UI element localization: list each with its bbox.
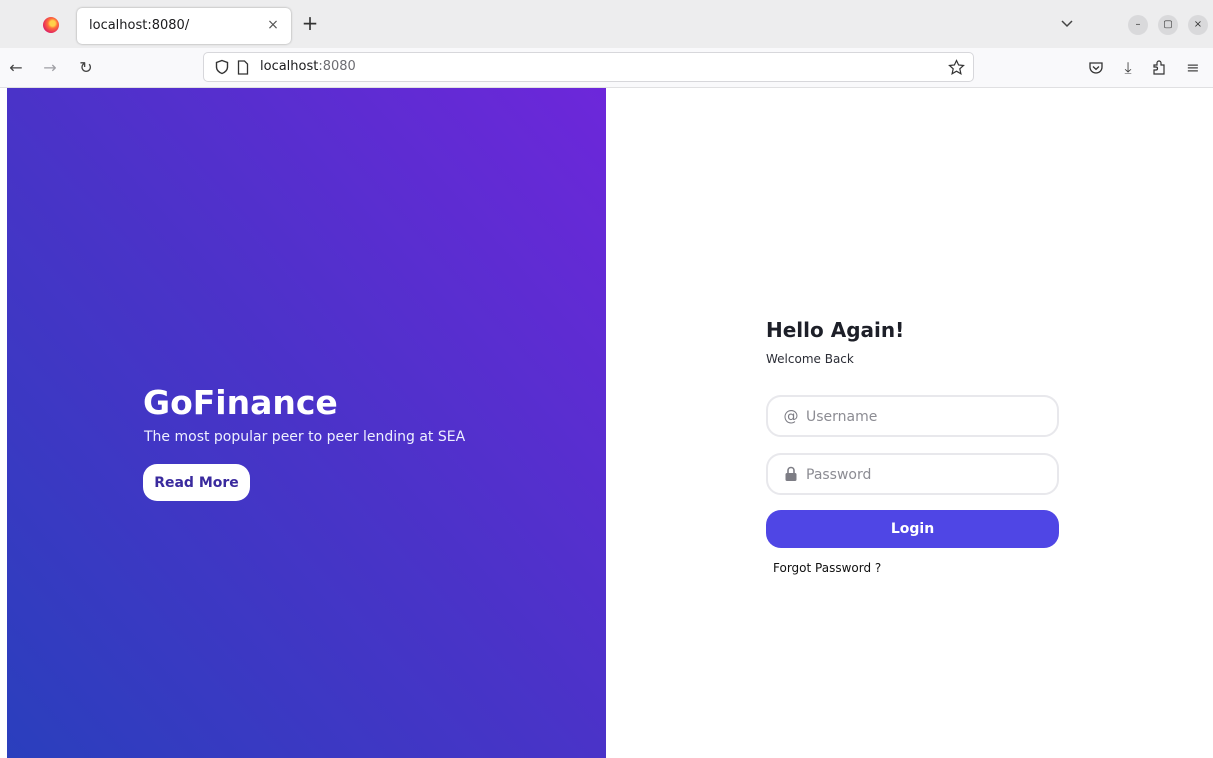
url-text[interactable]: localhost:8080 <box>260 59 356 74</box>
shield-icon[interactable] <box>214 59 230 75</box>
reload-button[interactable]: ↻ <box>76 58 96 78</box>
brand-title: GoFinance <box>143 383 338 422</box>
login-title: Hello Again! <box>766 318 905 342</box>
star-icon[interactable] <box>948 59 965 76</box>
login-button[interactable]: Login <box>766 510 1059 548</box>
hero-tagline: The most popular peer to peer lending at… <box>144 429 466 445</box>
browser-nav-bar: ← → ↻ localhost:8080 ⤓ ≡ <box>0 48 1213 88</box>
menu-icon[interactable]: ≡ <box>1183 58 1203 78</box>
username-field[interactable]: @ <box>766 395 1059 437</box>
minimize-button[interactable]: – <box>1128 15 1148 35</box>
tab-close-icon[interactable]: × <box>265 16 281 34</box>
pocket-icon[interactable] <box>1087 59 1105 77</box>
back-button[interactable]: ← <box>6 58 26 78</box>
page-icon <box>237 60 249 75</box>
url-host: localhost <box>260 59 319 74</box>
browser-tab-bar: localhost:8080/ × + – ▢ × <box>0 0 1213 48</box>
maximize-button[interactable]: ▢ <box>1158 15 1178 35</box>
new-tab-button[interactable]: + <box>300 13 320 33</box>
url-port: :8080 <box>318 59 356 74</box>
url-bar[interactable]: localhost:8080 <box>203 52 974 82</box>
hero-panel: GoFinance The most popular peer to peer … <box>7 88 606 758</box>
download-icon[interactable]: ⤓ <box>1118 58 1138 78</box>
forgot-password-link[interactable]: Forgot Password ? <box>773 561 881 575</box>
tab-title: localhost:8080/ <box>89 18 190 33</box>
username-input[interactable] <box>806 405 1046 429</box>
login-subtitle: Welcome Back <box>766 352 854 366</box>
browser-tab-active[interactable]: localhost:8080/ × <box>77 8 291 44</box>
at-sign-icon: @ <box>783 407 799 425</box>
firefox-logo-icon[interactable] <box>43 17 59 33</box>
login-panel: Hello Again! Welcome Back @ Login Forgot… <box>606 88 1213 758</box>
extensions-icon[interactable] <box>1150 59 1168 77</box>
chevron-down-icon[interactable] <box>1058 14 1076 32</box>
lock-icon <box>785 466 797 481</box>
password-field[interactable] <box>766 453 1059 495</box>
page-content: GoFinance The most popular peer to peer … <box>7 88 1213 758</box>
password-input[interactable] <box>806 463 1046 487</box>
close-window-button[interactable]: × <box>1188 15 1208 35</box>
read-more-button[interactable]: Read More <box>143 464 250 501</box>
forward-button[interactable]: → <box>40 58 60 78</box>
